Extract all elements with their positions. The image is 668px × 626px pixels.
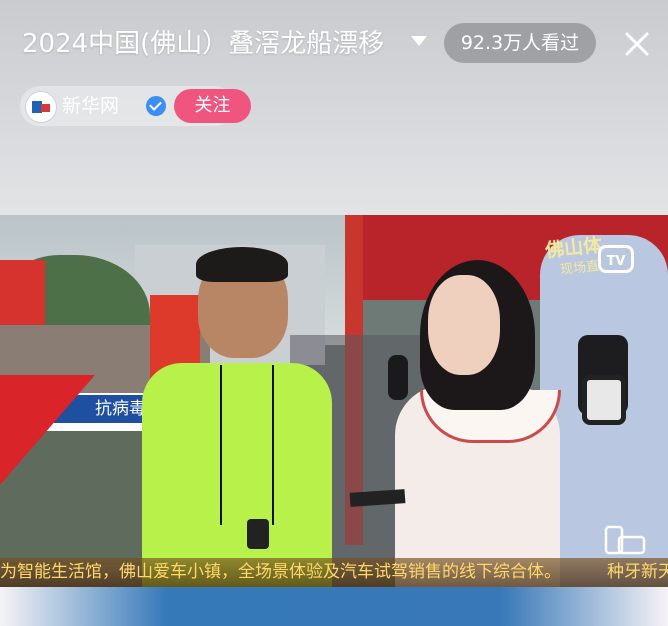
account-name[interactable]: 新华网 xyxy=(62,86,119,126)
bottom-bar xyxy=(0,587,668,626)
video-player[interactable]: 抗病毒 佛山体 现场直 TV 为智能生活馆，佛山爱车小镇，全场景体验及汽车试驾销… xyxy=(0,215,668,587)
station-sign-sub: 现场直 xyxy=(559,258,600,278)
verified-icon xyxy=(146,96,166,116)
rotate-screen-icon[interactable] xyxy=(604,525,646,555)
tv-badge: TV xyxy=(598,245,634,273)
account-chip[interactable]: 新华网 关注 xyxy=(20,86,251,126)
avatar[interactable] xyxy=(25,91,57,123)
news-ticker: 为智能生活馆，佛山爱车小镇，全场景体验及汽车试驾销售的线下综合体。 种牙新天 xyxy=(0,558,668,587)
live-title[interactable]: 2024中国(佛山）叠滘龙船漂移 xyxy=(22,25,412,63)
close-icon[interactable] xyxy=(620,27,654,61)
viewer-count-badge[interactable]: 92.3万人看过 xyxy=(444,23,596,63)
ticker-text-next: 种牙新天 xyxy=(607,562,668,582)
ticker-text: 为智能生活馆，佛山爱车小镇，全场景体验及汽车试驾销售的线下综合体。 xyxy=(0,562,561,582)
follow-button[interactable]: 关注 xyxy=(174,89,251,123)
chevron-down-icon[interactable] xyxy=(411,36,427,46)
